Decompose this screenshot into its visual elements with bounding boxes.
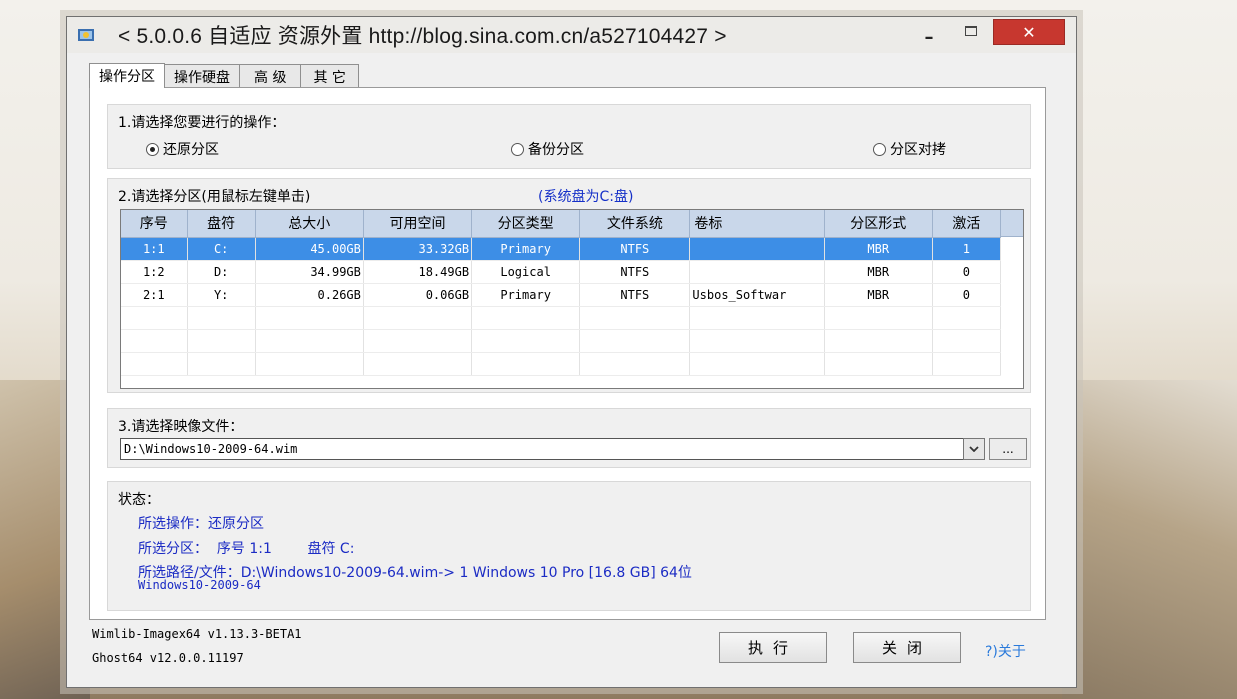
ghost-version: Ghost64 v12.0.0.11197 (92, 651, 244, 665)
table-row[interactable]: 1:1 C: 45.00GB 33.32GB Primary NTFS MBR … (121, 237, 1002, 261)
cell-index: 2:1 (121, 283, 188, 307)
cell-index: 1:2 (121, 260, 188, 284)
system-drive-note: (系统盘为C:盘) (538, 189, 634, 205)
operation-label: 1.请选择您要进行的操作： (118, 115, 286, 131)
cell-total: 0.26GB (255, 283, 364, 307)
status-group: 状态： 所选操作：还原分区 所选分区： 序号 1:1 盘符 C: 所选路径/文件… (107, 481, 1031, 611)
close-window-button[interactable]: ✕ (993, 19, 1065, 45)
maximize-button[interactable] (954, 17, 988, 45)
window-title: < 5.0.0.6 自适应 资源外置 http://blog.sina.com.… (118, 25, 727, 48)
col-active[interactable]: 激活 (932, 210, 1002, 238)
cell-label (689, 237, 825, 261)
wimlib-version: Wimlib-Imagex64 v1.13.3-BETA1 (92, 627, 302, 641)
cell-fs: NTFS (579, 237, 691, 261)
radio-clone[interactable]: 分区对拷 (873, 139, 946, 159)
radio-restore-label: 还原分区 (163, 142, 219, 158)
cell-fs: NTFS (579, 260, 691, 284)
desktop-wallpaper-right (1062, 380, 1237, 699)
maximize-icon (965, 26, 977, 36)
chevron-down-icon[interactable] (963, 438, 985, 460)
partition-label: 2.请选择分区(用鼠标左键单击) (118, 189, 311, 205)
col-index[interactable]: 序号 (121, 210, 188, 238)
cell-active: 0 (932, 283, 1002, 307)
cell-type: Logical (471, 260, 581, 284)
image-file-select[interactable]: D:\Windows10-2009-64.wim (120, 438, 966, 460)
partition-table[interactable]: 序号 盘符 总大小 可用空间 分区类型 文件系统 卷标 分区形式 激活 1:1 … (120, 209, 1024, 389)
browse-button[interactable]: ... (989, 438, 1027, 460)
app-window: < 5.0.0.6 自适应 资源外置 http://blog.sina.com.… (66, 16, 1077, 688)
status-partition: 所选分区： 序号 1:1 盘符 C: (138, 541, 355, 557)
col-drive[interactable]: 盘符 (187, 210, 256, 238)
col-type[interactable]: 分区类型 (471, 210, 581, 238)
table-header-filler (1001, 210, 1023, 237)
col-scheme[interactable]: 分区形式 (824, 210, 933, 238)
cell-index: 1:1 (121, 237, 188, 261)
cell-drive: Y: (187, 283, 256, 307)
tab-panel: 1.请选择您要进行的操作： 还原分区 备份分区 分区对拷 2.请选择分区(用鼠标… (89, 87, 1046, 620)
status-path-continued: Windows10-2009-64 (138, 578, 261, 592)
status-operation: 所选操作：还原分区 (138, 516, 264, 532)
tab-strip: 操作分区 操作硬盘 高 级 其 它 (89, 63, 359, 88)
tab-partition-ops[interactable]: 操作分区 (89, 63, 165, 88)
radio-clone-indicator (873, 142, 886, 156)
minimize-button[interactable]: – (912, 23, 946, 51)
cell-label (689, 260, 825, 284)
cell-active: 0 (932, 260, 1002, 284)
image-file-label: 3.请选择映像文件： (118, 419, 244, 435)
execute-button[interactable]: 执行 (719, 632, 827, 663)
empty-row (121, 329, 1002, 353)
empty-row (121, 306, 1002, 330)
cell-fs: NTFS (579, 283, 691, 307)
about-link[interactable]: ?)关于 (985, 641, 1026, 661)
cell-free: 0.06GB (363, 283, 473, 307)
close-button[interactable]: 关闭 (853, 632, 961, 663)
app-icon (76, 25, 96, 45)
partition-group: 2.请选择分区(用鼠标左键单击) (系统盘为C:盘) 序号 盘符 总大小 可用空… (107, 178, 1031, 393)
empty-row (121, 352, 1002, 376)
cell-scheme: MBR (824, 283, 933, 307)
operation-group: 1.请选择您要进行的操作： 还原分区 备份分区 分区对拷 (107, 104, 1031, 169)
cell-type: Primary (471, 237, 581, 261)
table-row[interactable]: 1:2 D: 34.99GB 18.49GB Logical NTFS MBR … (121, 260, 1002, 284)
cell-scheme: MBR (824, 237, 933, 261)
status-label: 状态： (118, 492, 160, 508)
col-total[interactable]: 总大小 (255, 210, 364, 238)
table-row[interactable]: 2:1 Y: 0.26GB 0.06GB Primary NTFS Usbos_… (121, 283, 1002, 307)
tab-advanced[interactable]: 高 级 (239, 64, 302, 88)
title-bar[interactable]: < 5.0.0.6 自适应 资源外置 http://blog.sina.com.… (67, 17, 1076, 53)
radio-restore[interactable]: 还原分区 (146, 139, 219, 159)
tab-disk-ops[interactable]: 操作硬盘 (164, 64, 240, 88)
radio-restore-indicator (146, 142, 159, 156)
radio-backup-indicator (511, 142, 524, 156)
col-label[interactable]: 卷标 (689, 210, 825, 238)
cell-scheme: MBR (824, 260, 933, 284)
col-fs[interactable]: 文件系统 (579, 210, 691, 238)
cell-free: 33.32GB (363, 237, 473, 261)
cell-type: Primary (471, 283, 581, 307)
cell-total: 45.00GB (255, 237, 364, 261)
image-file-group: 3.请选择映像文件： D:\Windows10-2009-64.wim ... (107, 408, 1031, 468)
cell-total: 34.99GB (255, 260, 364, 284)
radio-backup[interactable]: 备份分区 (511, 139, 584, 159)
table-header-row: 序号 盘符 总大小 可用空间 分区类型 文件系统 卷标 分区形式 激活 (121, 210, 1002, 238)
cell-drive: D: (187, 260, 256, 284)
tab-other[interactable]: 其 它 (300, 64, 359, 88)
cell-drive: C: (187, 237, 256, 261)
radio-backup-label: 备份分区 (528, 142, 584, 158)
cell-label: Usbos_Softwar (689, 283, 825, 307)
col-free[interactable]: 可用空间 (363, 210, 473, 238)
cell-free: 18.49GB (363, 260, 473, 284)
radio-clone-label: 分区对拷 (890, 142, 946, 158)
cell-active: 1 (932, 237, 1002, 261)
